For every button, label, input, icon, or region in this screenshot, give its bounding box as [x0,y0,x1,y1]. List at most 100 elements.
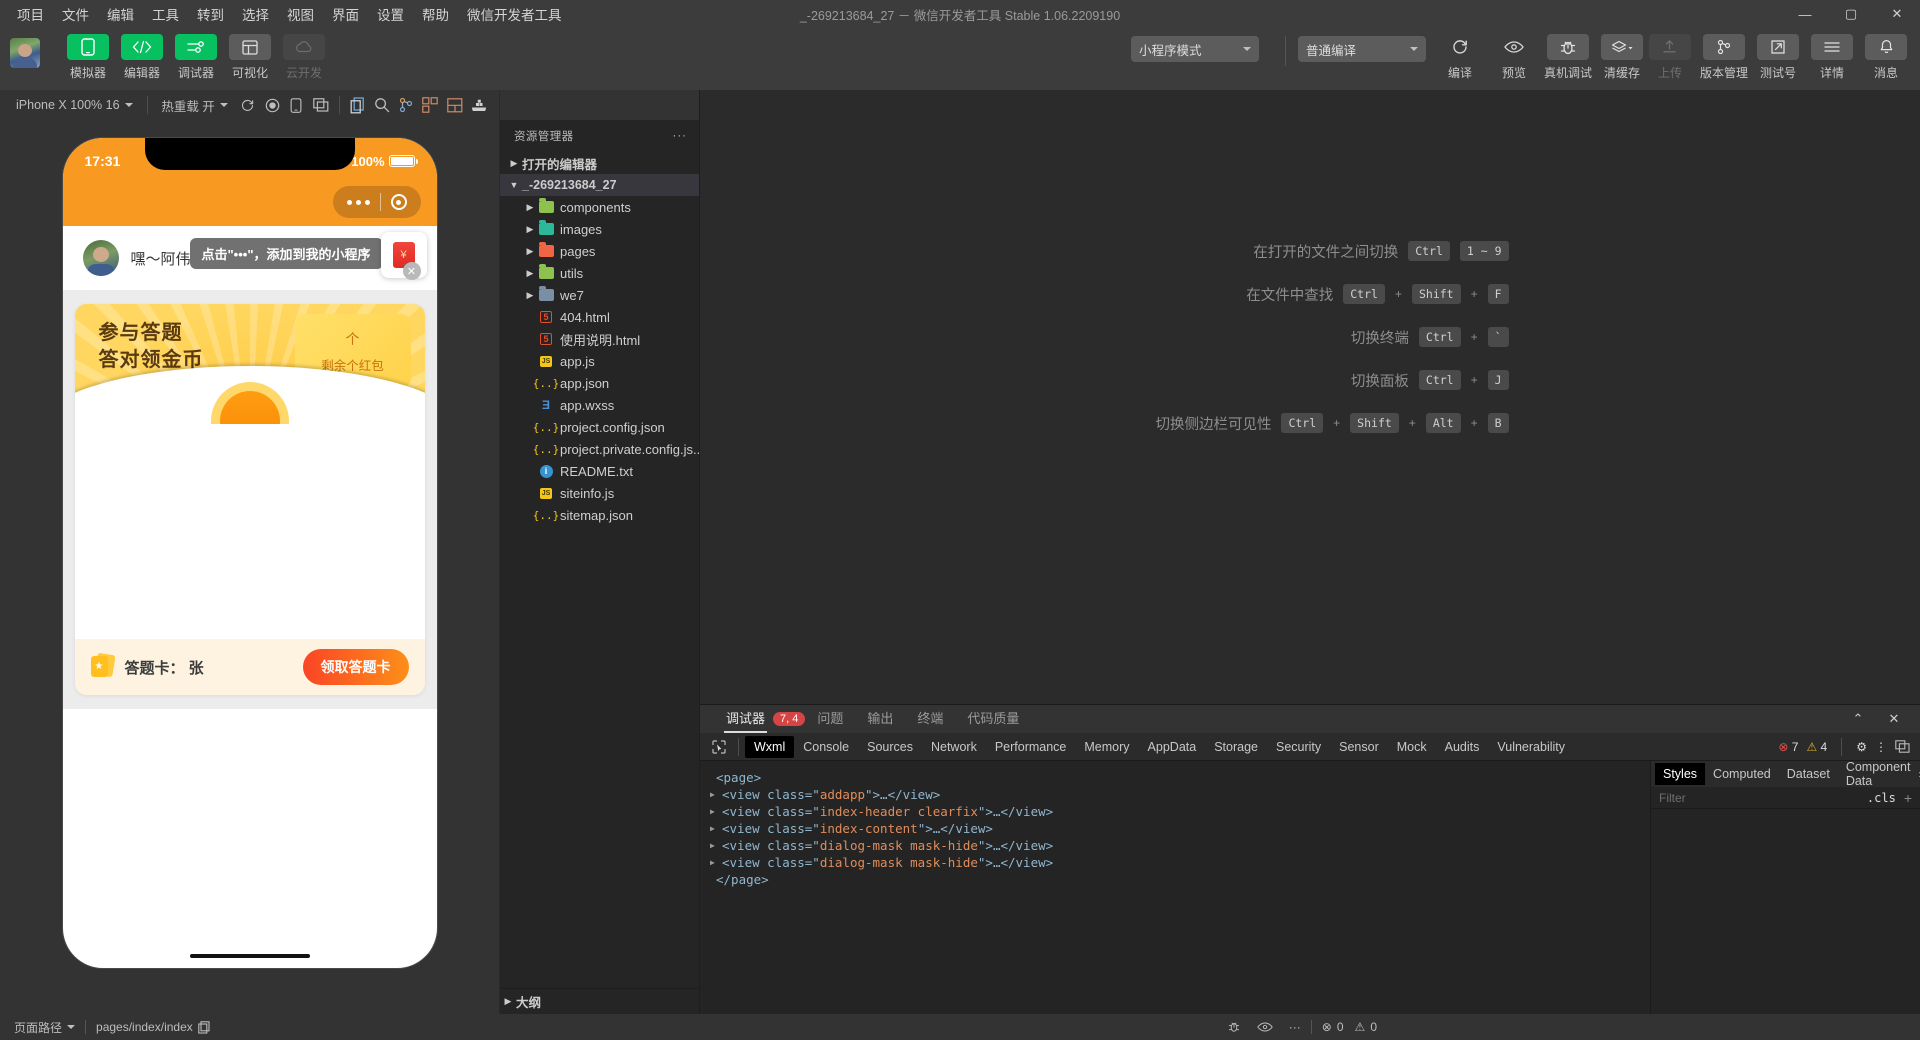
chevron-right-icon[interactable]: ▶ [522,224,538,235]
styles-tab-styles[interactable]: Styles [1655,763,1706,785]
inspector-tab-performance[interactable]: Performance [986,736,1076,758]
status-more-button[interactable]: ··· [1281,1014,1309,1040]
tree-item-components[interactable]: ▶ components [500,196,699,218]
menu-item-interface[interactable]: 界面 [323,1,368,27]
minimize-button[interactable]: — [1782,0,1828,28]
device-select[interactable]: iPhone X 100% 16 [8,95,141,115]
tree-item-appjson[interactable]: {..} app.json [500,372,699,394]
menu-item-help[interactable]: 帮助 [413,1,458,27]
close-icon[interactable]: ✕ [402,262,421,280]
panel-tab-codequality[interactable]: 代码质量 [955,705,1031,733]
chevron-right-icon[interactable]: ▶ [522,246,538,257]
styles-tab-dataset[interactable]: Dataset [1779,763,1838,785]
hotreload-select[interactable]: 热重载 开 [153,93,235,118]
tree-item-readme[interactable]: i README.txt [500,460,699,482]
chevron-up-icon[interactable]: ⌃ [1842,707,1874,731]
wxml-line[interactable]: <page> [710,769,1650,786]
toolbar-details-button[interactable]: 详情 [1808,34,1856,81]
explorer-section-project[interactable]: ▼ _-269213684_27 [500,174,699,196]
status-error-count[interactable]: ⊗ 0 ⚠ 0 [1314,1014,1385,1040]
toolbar-upload-button[interactable]: 上传 [1646,34,1694,81]
inspector-tab-mock[interactable]: Mock [1388,736,1436,758]
inspector-tab-storage[interactable]: Storage [1205,736,1267,758]
tree-item-usage-html[interactable]: 5 使用说明.html [500,328,699,350]
menu-item-file[interactable]: 文件 [53,1,98,27]
chevron-right-icon[interactable]: ▶ [710,854,722,871]
styles-filter-input[interactable]: Filter [1659,791,1686,805]
wechat-capsule[interactable] [332,186,421,218]
inspector-tab-security[interactable]: Security [1267,736,1330,758]
close-button[interactable]: ✕ [1874,0,1920,28]
menu-item-edit[interactable]: 编辑 [98,1,143,27]
warning-indicator[interactable]: ⚠ 4 [1806,740,1827,754]
menu-item-goto[interactable]: 转到 [188,1,233,27]
close-circle-icon[interactable] [390,194,407,210]
window-controls[interactable]: — ▢ ✕ [1782,0,1920,28]
page-path-select[interactable]: 页面路径 [6,1014,83,1040]
toolbar-compile-button[interactable]: 编译 [1436,34,1484,81]
sim-multiwindow-button[interactable] [309,93,333,117]
panel-tab-debugger[interactable]: 调试器 [714,705,777,733]
chevron-right-icon[interactable]: ▶ [710,786,722,803]
inspector-tab-wxml[interactable]: Wxml [745,735,795,758]
menu-item-settings[interactable]: 设置 [368,1,413,27]
activity-docker-button[interactable] [467,93,491,117]
status-debug-button[interactable] [1219,1014,1249,1040]
toolbar-testid-button[interactable]: 测试号 [1754,34,1802,81]
tree-item-we7[interactable]: ▶ we7 [500,284,699,306]
toolbar-editor-button[interactable]: 编辑器 [118,34,166,81]
wxml-line[interactable]: ▶ <view class=" index-content ">…</view> [710,820,1650,837]
menu-item-devtools[interactable]: 微信开发者工具 [458,1,571,27]
inspector-tab-memory[interactable]: Memory [1075,736,1138,758]
chevron-right-icon[interactable]: ▶ [710,803,722,820]
user-avatar[interactable] [10,38,40,68]
chevron-right-icon[interactable]: ▶ [522,202,538,213]
menu-bar[interactable]: 项目 文件 编辑 工具 转到 选择 视图 界面 设置 帮助 微信开发者工具 [0,1,571,27]
menu-item-tools[interactable]: 工具 [143,1,188,27]
toolbar-simulator-button[interactable]: 模拟器 [64,34,112,81]
panel-tab-terminal[interactable]: 终端 [905,705,955,733]
menu-item-project[interactable]: 项目 [8,1,53,27]
sim-rotate-button[interactable] [284,93,308,117]
tree-item-pages[interactable]: ▶ pages [500,240,699,262]
inspector-tab-appdata[interactable]: AppData [1139,736,1206,758]
toolbar-clearcache-button[interactable]: 清缓存 [1598,34,1646,81]
gear-icon[interactable]: ⚙ [1856,740,1867,754]
toolbar-debugger-button[interactable]: 调试器 [172,34,220,81]
panel-tab-output[interactable]: 输出 [855,705,905,733]
wxml-tree[interactable]: <page> ▶ <view class=" addapp ">…</view> ▶ <… [700,761,1650,1014]
more-dots-icon[interactable] [337,199,380,205]
inspector-tab-console[interactable]: Console [794,736,858,758]
maximize-button[interactable]: ▢ [1828,0,1874,28]
tree-item-projectprivateconfig[interactable]: {..} project.private.config.js... [500,438,699,460]
chevron-right-icon[interactable]: ▶ [522,268,538,279]
chevron-right-icon[interactable]: ▶ [710,837,722,854]
error-indicator[interactable]: ⊗ 7 [1778,740,1798,754]
copy-icon[interactable] [198,1020,210,1034]
panel-tab-problems[interactable]: 问题 [805,705,855,733]
inspector-tab-audits[interactable]: Audits [1436,736,1489,758]
tree-item-404html[interactable]: 5 404.html [500,306,699,328]
tree-item-appwxss[interactable]: Ǝ app.wxss [500,394,699,416]
toolbar-preview-button[interactable]: 预览 [1490,34,1538,81]
tree-item-appjs[interactable]: JS app.js [500,350,699,372]
sim-refresh-button[interactable] [236,93,260,117]
activity-search-button[interactable] [370,93,394,117]
status-preview-button[interactable] [1249,1014,1281,1040]
add-app-card[interactable]: ↑ ✕ [380,232,427,280]
inspector-tab-sources[interactable]: Sources [858,736,922,758]
page-path-value-item[interactable]: pages/index/index [88,1014,218,1040]
explorer-section-open-editors[interactable]: ▶ 打开的编辑器 [500,152,699,174]
toolbar-realdevice-button[interactable]: 真机调试 [1544,34,1592,81]
close-icon[interactable]: ✕ [1878,707,1910,731]
kebab-menu-icon[interactable]: ⋮ [1875,740,1887,754]
inspector-tab-vulnerability[interactable]: Vulnerability [1488,736,1574,758]
activity-extensions-button[interactable] [418,93,442,117]
tree-item-projectconfig[interactable]: {..} project.config.json [500,416,699,438]
explorer-more-button[interactable]: ··· [673,130,688,142]
cls-toggle-button[interactable]: .cls [1867,791,1896,805]
tree-item-sitemapjson[interactable]: {..} sitemap.json [500,504,699,526]
file-tree[interactable]: ▶ components ▶ images ▶ pages ▶ utils ▶ … [500,196,699,988]
explorer-outline-section[interactable]: ▶ 大纲 [500,988,699,1014]
menu-item-select[interactable]: 选择 [233,1,278,27]
